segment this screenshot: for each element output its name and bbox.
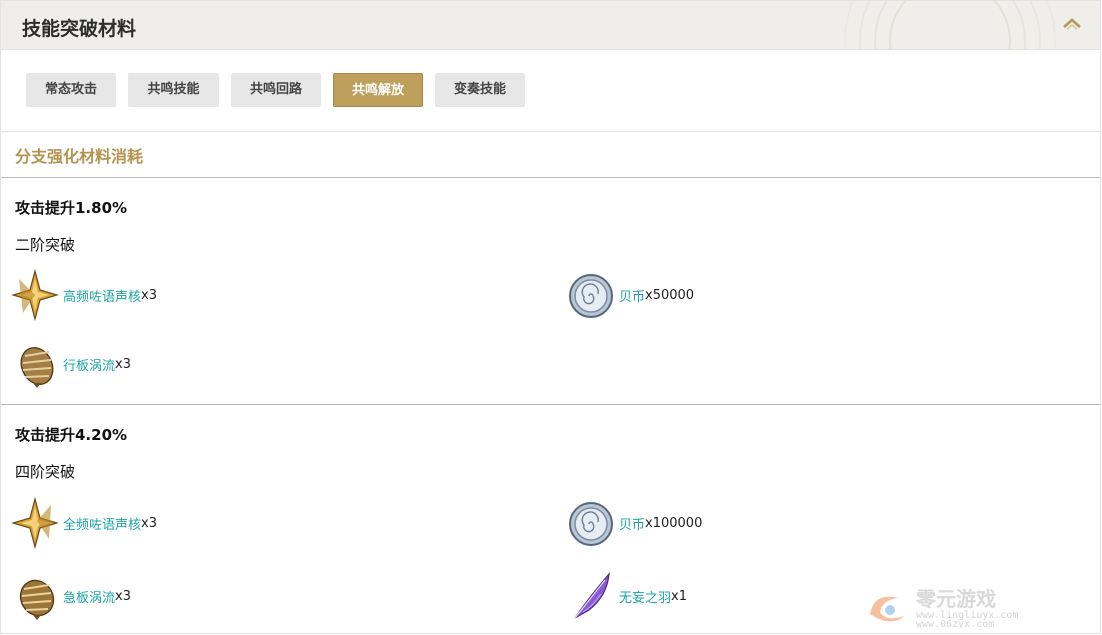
watermark-brand: 零元游戏 — [915, 587, 996, 611]
divider — [1, 404, 1100, 405]
material-name[interactable]: 急板涡流 — [63, 587, 115, 606]
spiral-shell-icon — [20, 347, 54, 388]
divider — [1, 177, 1100, 178]
material-item: 急板涡流 x3 — [11, 570, 131, 622]
material-qty: x3 — [115, 356, 131, 372]
star-core-icon — [11, 497, 59, 549]
material-item: 无妄之羽 x1 — [567, 570, 687, 622]
divider — [1, 131, 1100, 132]
tab-intro-skill[interactable]: 变奏技能 — [435, 73, 525, 107]
chevron-up-icon[interactable] — [1062, 16, 1082, 30]
tab-normal-attack[interactable]: 常态攻击 — [26, 73, 116, 107]
material-name[interactable]: 全频咗语声核 — [63, 514, 141, 533]
material-qty: x3 — [141, 515, 157, 531]
material-item: 行板涡流 x3 — [11, 338, 131, 390]
material-item: 贝币 x50000 — [567, 269, 694, 321]
material-item: 贝币 x100000 — [567, 497, 702, 549]
stage-subtitle: 二阶突破 — [15, 236, 76, 254]
panel-title: 技能突破材料 — [22, 18, 137, 40]
material-item: 全频咗语声核 x3 — [11, 497, 157, 549]
watermark-url: www.06zyx.com — [916, 619, 994, 628]
stage-title: 攻击提升1.80% — [15, 199, 128, 217]
shell-coin-icon — [569, 502, 613, 546]
panel-header[interactable]: 技能突破材料 — [1, 1, 1100, 50]
feather-icon — [574, 572, 610, 619]
material-qty: x100000 — [645, 515, 703, 531]
skill-breakthrough-panel: 技能突破材料 常态攻击 共鸣技能 共鸣回路 共鸣解放 变奏技能 分支强化材料消耗… — [0, 0, 1101, 634]
material-qty: x3 — [141, 287, 157, 303]
watermark-logo: 零元游戏 www.lingliuyx.com www.06zyx.com — [870, 587, 1018, 628]
material-name[interactable]: 贝币 — [619, 514, 645, 533]
star-core-icon — [11, 269, 59, 321]
tab-resonance-circuit[interactable]: 共鸣回路 — [231, 73, 321, 107]
material-qty: x1 — [671, 588, 687, 604]
header-decoration — [844, 1, 1056, 49]
material-name[interactable]: 无妄之羽 — [619, 587, 671, 606]
material-qty: x50000 — [645, 287, 695, 303]
section-title: 分支强化材料消耗 — [15, 147, 144, 166]
material-item: 高频咗语声核 x3 — [11, 269, 157, 321]
stage-subtitle: 四阶突破 — [15, 463, 76, 481]
material-name[interactable]: 贝币 — [619, 286, 645, 305]
shell-coin-icon — [569, 274, 613, 318]
tab-resonance-skill[interactable]: 共鸣技能 — [128, 73, 219, 107]
material-name[interactable]: 高频咗语声核 — [63, 286, 141, 305]
stage-title: 攻击提升4.20% — [15, 426, 128, 444]
material-name[interactable]: 行板涡流 — [63, 355, 115, 374]
spiral-shell-icon — [19, 579, 55, 620]
tab-resonance-liberation[interactable]: 共鸣解放 — [333, 73, 423, 107]
material-qty: x3 — [115, 588, 131, 604]
